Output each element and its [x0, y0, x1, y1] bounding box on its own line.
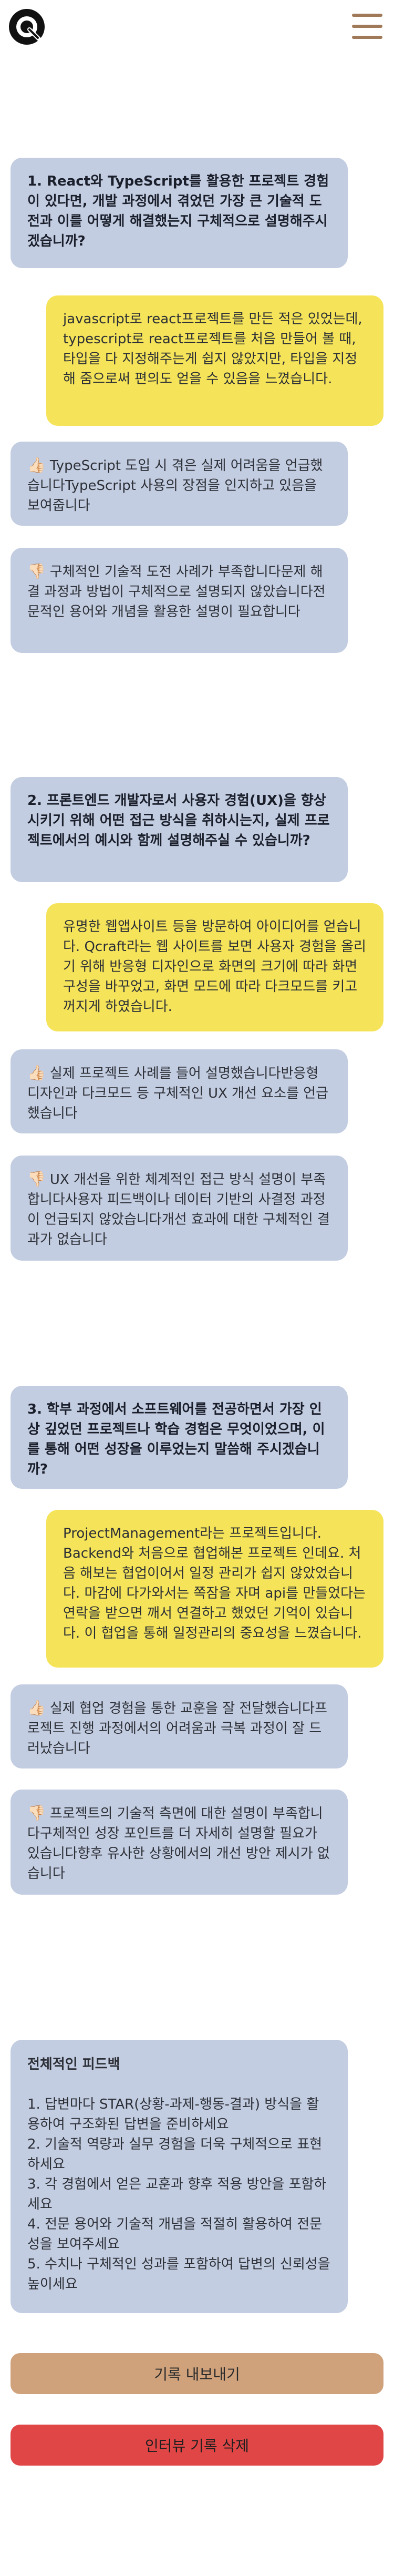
logo-q-icon	[9, 9, 45, 45]
answer-1-bubble: javascript로 react프로젝트를 만든 적은 있었는데, types…	[46, 295, 383, 426]
negative-feedback-1: 👎🏻 구체적인 기술적 도전 사례가 부족합니다문제 해결 과정과 방법이 구체적…	[11, 548, 348, 653]
overall-feedback-item: 2. 기술적 역량과 실무 경험을 더욱 구체적으로 표현하세요	[27, 2137, 323, 2172]
delete-interview-record-button[interactable]: 인터뷰 기록 삭제	[11, 2425, 383, 2466]
hamburger-menu-icon[interactable]	[352, 14, 382, 39]
overall-feedback-item: 4. 전문 용어와 기술적 개념을 적절히 활용하여 전문성을 보여주세요	[27, 2216, 323, 2252]
thumbs-down-icon: 👎🏻	[27, 1804, 46, 1822]
menu-line	[352, 25, 382, 28]
thumbs-up-icon: 👍🏻	[27, 1699, 46, 1716]
thumbs-down-icon: 👎🏻	[27, 563, 46, 580]
positive-feedback-text: 실제 프로젝트 사례를 들어 설명했습니다반응형 디자인과 다크모드 등 구체적…	[27, 1066, 329, 1121]
answer-2-bubble: 유명한 웹앱사이트 등을 방문하여 아이디어를 얻습니다. Qcraft라는 웹…	[46, 903, 383, 1031]
answer-3-bubble: ProjectManagement라는 프로젝트입니다. Backend와 처음…	[46, 1510, 383, 1668]
header	[0, 0, 394, 50]
overall-feedback-item: 5. 수치나 구체적인 성과를 포함하여 답변의 신뢰성을 높이세요	[27, 2256, 330, 2292]
overall-feedback-title: 전체적인 피드백	[27, 2057, 120, 2072]
overall-feedback-item: 3. 각 경험에서 얻은 교훈과 향후 적용 방안을 포함하세요	[27, 2176, 327, 2212]
positive-feedback-1: 👍🏻 TypeScript 도입 시 겪은 실제 어려움을 언급했습니다TypeS…	[11, 442, 348, 526]
export-record-button[interactable]: 기록 내보내기	[11, 2353, 383, 2394]
thumbs-down-icon: 👎🏻	[27, 1170, 46, 1188]
thumbs-up-icon: 👍🏻	[27, 1064, 46, 1081]
positive-feedback-text: 실제 협업 경험을 통한 교훈을 잘 전달했습니다프로젝트 진행 과정에서의 어…	[27, 1701, 327, 1756]
negative-feedback-2: 👎🏻 UX 개선을 위한 체계적인 접근 방식 설명이 부족합니다사용자 피드백이…	[11, 1156, 348, 1261]
negative-feedback-text: UX 개선을 위한 체계적인 접근 방식 설명이 부족합니다사용자 피드백이나 …	[27, 1172, 330, 1248]
overall-feedback-card: 전체적인 피드백 1. 답변마다 STAR(상황-과제-행동-결과) 방식을 활…	[11, 2040, 348, 2313]
question-2-bubble: 2. 프론트엔드 개발자로서 사용자 경험(UX)을 향상시키기 위해 어떤 접…	[11, 777, 348, 882]
positive-feedback-text: TypeScript 도입 시 겪은 실제 어려움을 언급했습니다TypeScr…	[27, 458, 323, 514]
negative-feedback-3: 👎🏻 프로젝트의 기술적 측면에 대한 설명이 부족합니다구체적인 성장 포인트를…	[11, 1790, 348, 1895]
negative-feedback-text: 프로젝트의 기술적 측면에 대한 설명이 부족합니다구체적인 성장 포인트를 더…	[27, 1806, 330, 1882]
question-1-bubble: 1. React와 TypeScript를 활용한 프로젝트 경험이 있다면, …	[11, 158, 348, 268]
thumbs-up-icon: 👍🏻	[27, 456, 46, 474]
negative-feedback-text: 구체적인 기술적 도전 사례가 부족합니다문제 해결 과정과 방법이 구체적으로…	[27, 564, 326, 620]
logo-icon[interactable]	[7, 7, 46, 46]
menu-line	[352, 14, 382, 17]
positive-feedback-2: 👍🏻 실제 프로젝트 사례를 들어 설명했습니다반응형 디자인과 다크모드 등 구…	[11, 1049, 348, 1133]
positive-feedback-3: 👍🏻 실제 협업 경험을 통한 교훈을 잘 전달했습니다프로젝트 진행 과정에서의…	[11, 1684, 348, 1769]
overall-feedback-item: 1. 답변마다 STAR(상황-과제-행동-결과) 방식을 활용하여 구조화된 …	[27, 2097, 319, 2132]
menu-line	[352, 36, 382, 39]
question-3-bubble: 3. 학부 과정에서 소프트웨어를 전공하면서 가장 인상 깊었던 프로젝트나 …	[11, 1386, 348, 1489]
